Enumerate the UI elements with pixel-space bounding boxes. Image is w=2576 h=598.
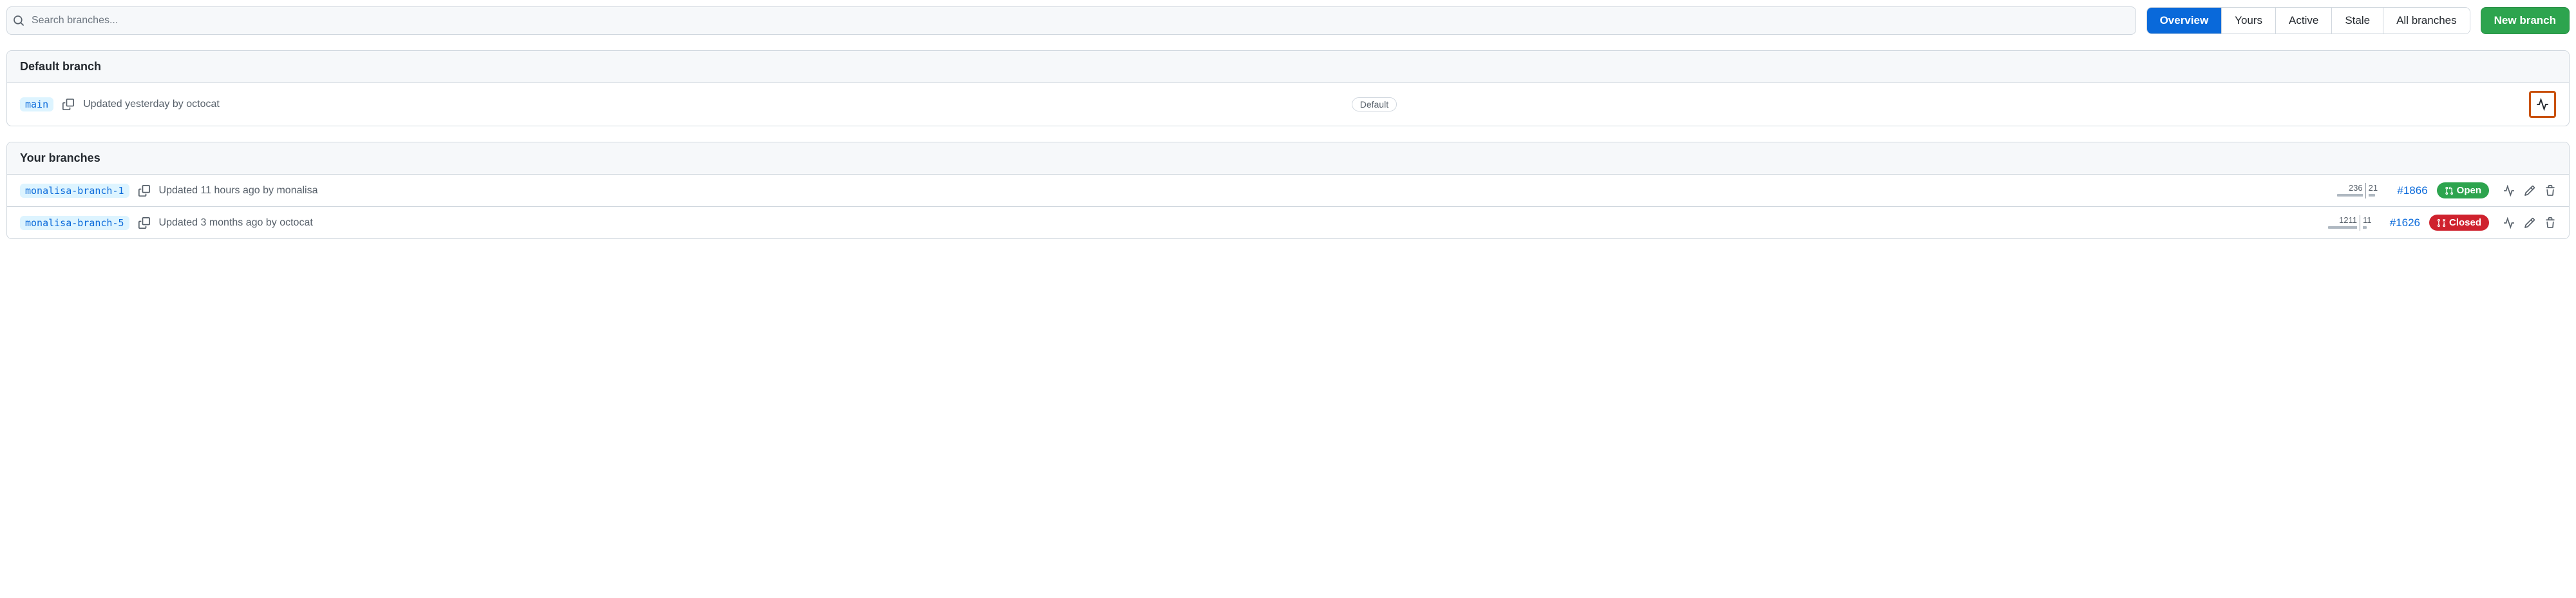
tab-active[interactable]: Active (2276, 8, 2332, 34)
tab-overview[interactable]: Overview (2147, 8, 2222, 34)
new-branch-button[interactable]: New branch (2481, 7, 2570, 34)
filter-tabs: Overview Yours Active Stale All branches (2146, 7, 2470, 34)
default-badge: Default (1352, 97, 1397, 111)
tab-yours[interactable]: Yours (2222, 8, 2276, 34)
search-input[interactable] (6, 6, 2136, 35)
behind-ahead-indicator[interactable]: 236 21 (2325, 183, 2389, 198)
updated-text: Updated yesterday by octocat (83, 99, 220, 110)
ahead-count: 21 (2369, 183, 2378, 193)
tab-all-branches[interactable]: All branches (2383, 8, 2470, 34)
search-wrap (6, 6, 2136, 35)
activity-highlight (2529, 91, 2556, 118)
git-pull-request-icon (2445, 186, 2454, 195)
search-icon (13, 15, 24, 26)
behind-count: 1211 (2339, 215, 2357, 225)
status-badge-open[interactable]: Open (2437, 182, 2489, 198)
behind-ahead-indicator[interactable]: 1211 11 (2318, 215, 2382, 231)
copy-icon[interactable] (61, 97, 75, 111)
delete-icon[interactable] (2544, 217, 2556, 229)
copy-icon[interactable] (137, 216, 151, 230)
branch-name-link[interactable]: main (20, 97, 53, 111)
branch-row: monalisa-branch-5 Updated 3 months ago b… (7, 207, 2569, 238)
pr-link[interactable]: #1866 (2397, 184, 2427, 197)
branch-row: main Updated yesterday by octocat Defaul… (7, 83, 2569, 126)
status-badge-closed[interactable]: Closed (2429, 215, 2489, 231)
branch-name-link[interactable]: monalisa-branch-5 (20, 216, 129, 230)
row-actions (2503, 185, 2556, 197)
copy-icon[interactable] (137, 184, 151, 198)
row-actions (2503, 217, 2556, 229)
tab-stale[interactable]: Stale (2332, 8, 2383, 34)
edit-icon[interactable] (2524, 185, 2535, 197)
git-pull-request-closed-icon (2437, 218, 2446, 227)
updated-text: Updated 11 hours ago by monalisa (159, 185, 318, 197)
default-branch-section: Default branch main Updated yesterday by… (6, 50, 2570, 126)
activity-icon[interactable] (2503, 217, 2515, 229)
branch-name-link[interactable]: monalisa-branch-1 (20, 184, 129, 198)
pr-link[interactable]: #1626 (2390, 217, 2420, 229)
status-label: Closed (2449, 217, 2481, 228)
edit-icon[interactable] (2524, 217, 2535, 229)
status-label: Open (2457, 185, 2481, 196)
delete-icon[interactable] (2544, 185, 2556, 197)
behind-count: 236 (2349, 183, 2363, 193)
your-branches-section: Your branches monalisa-branch-1 Updated … (6, 142, 2570, 239)
ahead-count: 11 (2363, 215, 2372, 225)
activity-icon[interactable] (2536, 98, 2549, 111)
updated-text: Updated 3 months ago by octocat (159, 217, 313, 229)
top-bar: Overview Yours Active Stale All branches… (6, 6, 2570, 35)
activity-icon[interactable] (2503, 185, 2515, 197)
default-branch-header: Default branch (7, 51, 2569, 83)
branch-row: monalisa-branch-1 Updated 11 hours ago b… (7, 175, 2569, 207)
your-branches-header: Your branches (7, 142, 2569, 175)
